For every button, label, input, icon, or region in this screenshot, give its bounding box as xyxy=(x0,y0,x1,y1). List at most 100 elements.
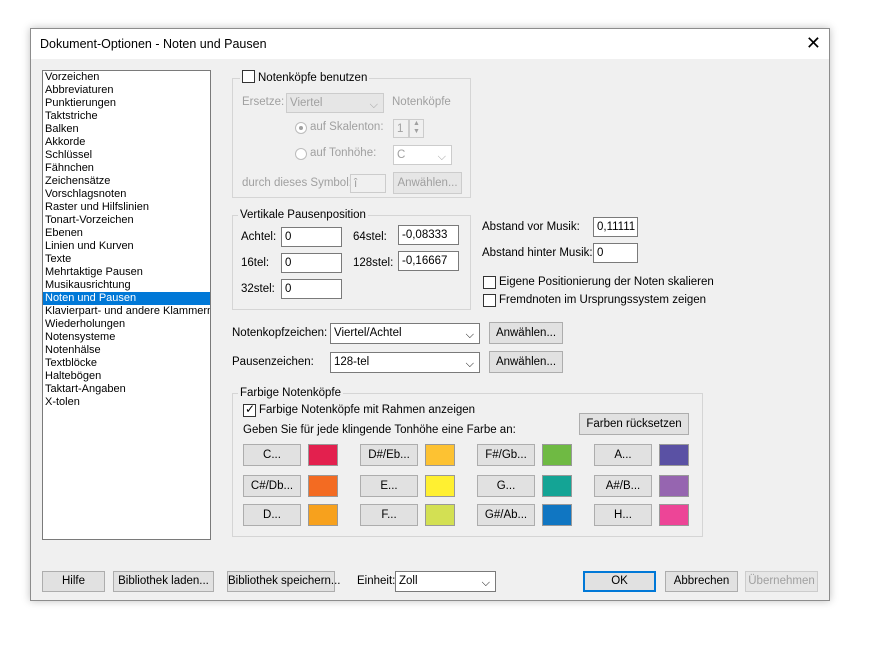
color-swatch[interactable] xyxy=(659,504,689,526)
spacing-before-label: Abstand vor Musik: xyxy=(482,221,580,233)
thirtysecond-label: 32stel: xyxy=(241,283,275,295)
list-item[interactable]: Balken xyxy=(43,123,210,136)
pitch-color-button[interactable]: C... xyxy=(243,444,301,466)
color-swatch[interactable] xyxy=(425,444,455,466)
save-library-button[interactable]: Bibliothek speichern... xyxy=(227,571,341,592)
sixtyfourth-input[interactable]: -0,08333 xyxy=(398,225,459,245)
list-item[interactable]: Haltebögen xyxy=(43,370,210,383)
list-item[interactable]: Taktart-Angaben xyxy=(43,383,210,396)
checkmark-icon: ✓ xyxy=(245,402,256,416)
color-swatch[interactable] xyxy=(542,444,572,466)
color-swatch[interactable] xyxy=(308,444,338,466)
help-button[interactable]: Hilfe xyxy=(42,571,105,592)
on-pitch-radio[interactable] xyxy=(295,148,307,160)
eighth-input[interactable]: 0 xyxy=(281,227,342,247)
reset-colors-button[interactable]: Farben rücksetzen xyxy=(579,413,689,435)
pitch-color-button[interactable]: F#/Gb... xyxy=(477,444,535,466)
frame-colored-checkbox[interactable]: ✓ xyxy=(243,402,256,417)
spacing-after-input[interactable]: 0 xyxy=(593,243,638,263)
list-item[interactable]: Taktstriche xyxy=(43,110,210,123)
pitch-color-button[interactable]: G... xyxy=(477,475,535,497)
list-item[interactable]: Schlüssel xyxy=(43,149,210,162)
list-item[interactable]: Akkorde xyxy=(43,136,210,149)
notehead-char-select[interactable]: Viertel/Achtel ⌵ xyxy=(330,323,480,344)
list-item[interactable]: Textblöcke xyxy=(43,357,210,370)
pitch-color-button[interactable]: A... xyxy=(594,444,652,466)
sixteenth-input[interactable]: 0 xyxy=(281,253,342,273)
list-item[interactable]: Abbreviaturen xyxy=(43,84,210,97)
list-item[interactable]: Musikausrichtung xyxy=(43,279,210,292)
thirtysecond-input[interactable]: 0 xyxy=(281,279,342,299)
pitch-color-button[interactable]: G#/Ab... xyxy=(477,504,535,526)
unit-value: Zoll xyxy=(399,575,418,587)
list-item[interactable]: Texte xyxy=(43,253,210,266)
scale-spinner[interactable]: ▲ ▼ xyxy=(409,119,424,138)
list-item[interactable]: Punktierungen xyxy=(43,97,210,110)
chevron-up-icon: ▲ xyxy=(413,120,420,127)
pitch-color-button[interactable]: C#/Db... xyxy=(243,475,301,497)
rest-char-select[interactable]: 128-tel ⌵ xyxy=(330,352,480,373)
rest-char-select-button[interactable]: Anwählen... xyxy=(489,351,563,373)
list-item[interactable]: Noten und Pausen xyxy=(43,292,210,305)
pitch-color-button[interactable]: D... xyxy=(243,504,301,526)
pitch-color-button[interactable]: E... xyxy=(360,475,418,497)
replace-select[interactable]: Viertel ⌵ xyxy=(286,93,384,113)
pitch-color-button[interactable]: D#/Eb... xyxy=(360,444,418,466)
color-swatch[interactable] xyxy=(425,504,455,526)
color-swatch[interactable] xyxy=(542,475,572,497)
replace-value: Viertel xyxy=(290,97,323,109)
unit-select[interactable]: Zoll ⌵ xyxy=(395,571,496,592)
pitch-color-button[interactable]: H... xyxy=(594,504,652,526)
chevron-down-icon: ⌵ xyxy=(481,577,490,589)
hundredtwentyeighth-input[interactable]: -0,16667 xyxy=(398,251,459,271)
chevron-down-icon: ▼ xyxy=(413,128,420,135)
scale-input[interactable]: 1 xyxy=(393,119,409,138)
category-list[interactable]: Vorzeichen Abbreviaturen Punktierungen Takt… xyxy=(42,70,211,540)
rest-position-legend: Vertikale Pausenposition xyxy=(238,209,368,221)
list-item[interactable]: Linien und Kurven xyxy=(43,240,210,253)
replace-label: Ersetze: xyxy=(242,96,285,108)
pitch-color-button[interactable]: A#/B... xyxy=(594,475,652,497)
list-item[interactable]: Mehrtaktige Pausen xyxy=(43,266,210,279)
symbol-label: durch dieses Symbol: xyxy=(242,177,352,189)
noteheads-label: Notenköpfe xyxy=(392,96,451,108)
list-item[interactable]: Fähnchen xyxy=(43,162,210,175)
list-item[interactable]: Ebenen xyxy=(43,227,210,240)
dialog-window: Dokument-Optionen - Noten und Pausen ✕ V… xyxy=(30,28,830,601)
color-swatch[interactable] xyxy=(308,504,338,526)
notehead-char-label: Notenkopfzeichen: xyxy=(232,327,328,339)
pitch-select[interactable]: C ⌵ xyxy=(393,145,452,165)
unit-label: Einheit: xyxy=(357,575,396,587)
list-item[interactable]: Vorzeichen xyxy=(43,71,210,84)
apply-button[interactable]: Übernehmen xyxy=(745,571,818,592)
list-item[interactable]: Tonart-Vorzeichen xyxy=(43,214,210,227)
cancel-button[interactable]: Abbrechen xyxy=(665,571,738,592)
scale-positioning-checkbox[interactable] xyxy=(483,276,496,289)
list-item[interactable]: Notensysteme xyxy=(43,331,210,344)
notehead-select-button[interactable]: Anwählen... xyxy=(393,172,462,194)
use-noteheads-checkbox[interactable] xyxy=(242,70,255,83)
list-item[interactable]: Klavierpart- und andere Klammern xyxy=(43,305,210,318)
color-swatch[interactable] xyxy=(542,504,572,526)
list-item[interactable]: Vorschlagsnoten xyxy=(43,188,210,201)
load-library-button[interactable]: Bibliothek laden... xyxy=(113,571,214,592)
color-swatch[interactable] xyxy=(308,475,338,497)
ok-button[interactable]: OK xyxy=(583,571,656,592)
list-item[interactable]: Zeichensätze xyxy=(43,175,210,188)
symbol-input[interactable]: î xyxy=(350,174,386,193)
color-swatch[interactable] xyxy=(659,444,689,466)
on-scale-label: auf Skalenton: xyxy=(310,121,384,133)
color-swatch[interactable] xyxy=(659,475,689,497)
notehead-char-select-button[interactable]: Anwählen... xyxy=(489,322,563,344)
frame-colored-label: Farbige Notenköpfe mit Rahmen anzeigen xyxy=(259,404,476,416)
close-icon[interactable]: ✕ xyxy=(806,32,821,54)
spacing-before-input[interactable]: 0,11111 xyxy=(593,217,638,237)
list-item[interactable]: Raster und Hilfslinien xyxy=(43,201,210,214)
pitch-color-button[interactable]: F... xyxy=(360,504,418,526)
on-scale-radio[interactable] xyxy=(295,122,307,134)
list-item[interactable]: X-tolen xyxy=(43,396,210,409)
color-swatch[interactable] xyxy=(425,475,455,497)
list-item[interactable]: Wiederholungen xyxy=(43,318,210,331)
list-item[interactable]: Notenhälse xyxy=(43,344,210,357)
cue-notes-checkbox[interactable] xyxy=(483,294,496,307)
